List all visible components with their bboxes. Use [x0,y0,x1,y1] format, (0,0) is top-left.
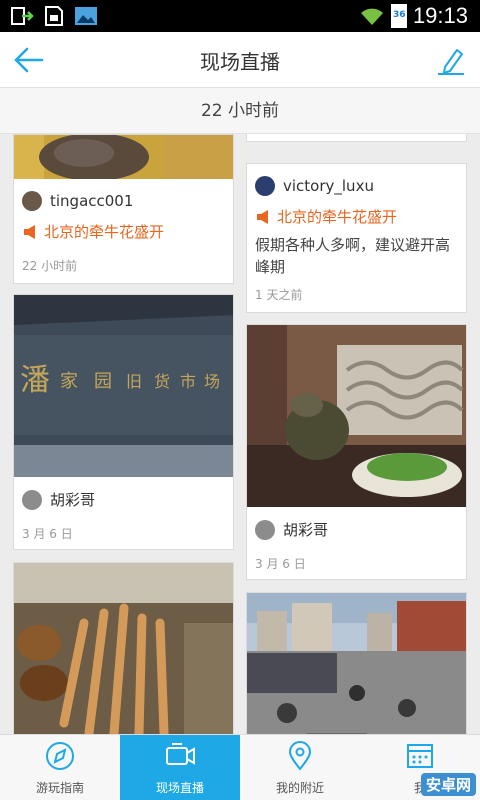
app-screen: 36 19:13 现场直播 22 小时前 tingacc001 北京的牵牛花盛开… [0,0,480,800]
post-photo[interactable] [247,325,466,507]
svg-text:场: 场 [204,372,220,391]
username[interactable]: victory_luxu [283,177,374,195]
post-photo[interactable] [14,563,233,734]
tab-live[interactable]: 现场直播 [120,735,240,800]
post-card[interactable]: tingacc001 北京的牵牛花盛开 22 小时前 [13,134,234,284]
wifi-icon [360,8,383,25]
app-download-icon [11,7,34,25]
username[interactable]: 胡彩哥 [283,519,328,540]
post-date: 3 月 6 日 [255,557,306,571]
megaphone-icon [257,209,268,224]
post-card[interactable]: 胡彩哥 3 月 6 日 [246,324,467,580]
sd-card-icon [45,6,63,26]
megaphone-icon [24,224,35,239]
clock: 19:13 [412,3,468,28]
tab-label[interactable]: 游玩指南 [0,779,120,796]
battery-level: 36 [392,10,406,20]
post-card[interactable]: 潘 家 园 旧 货 市 场 胡彩哥 3 月 6 日 [13,294,234,550]
svg-text:旧: 旧 [126,372,142,391]
avatar[interactable] [255,519,275,540]
edit-pencil-icon[interactable] [436,44,466,76]
post-author[interactable]: victory_luxu [255,176,374,196]
post-card[interactable]: victory_luxu 北京的牵牛花盛开 假期各种人多啊，建议避开高峰期 1 … [246,163,467,313]
bottom-tab-bar: 游玩指南 现场直播 我的附近 我 安卓网 [0,734,480,800]
post-author[interactable]: 胡彩哥 [255,519,328,540]
post-date: 22 小时前 [22,259,78,273]
video-camera-icon [166,743,195,765]
post-author[interactable]: 胡彩哥 [22,489,95,510]
page-title: 现场直播 [200,50,280,74]
location-pin-icon [288,741,312,771]
compass-icon [46,742,74,770]
post-card[interactable] [13,562,234,734]
topic-label[interactable]: 北京的牵牛花盛开 [277,206,397,227]
watermark: 安卓网 [420,773,476,796]
username[interactable]: tingacc001 [50,192,133,210]
avatar[interactable] [22,489,42,510]
previous-post-card-edge[interactable] [246,134,467,142]
app-header: 现场直播 [0,32,480,88]
svg-text:潘: 潘 [20,363,50,398]
tab-label[interactable]: 现场直播 [120,779,240,796]
tab-guide[interactable]: 游玩指南 [0,735,120,800]
tab-nearby[interactable]: 我的附近 [240,735,360,800]
username[interactable]: 胡彩哥 [50,489,95,510]
post-photo[interactable] [14,135,233,179]
avatar[interactable] [22,191,42,211]
live-feed[interactable]: tingacc001 北京的牵牛花盛开 22 小时前 victory_luxu [0,134,480,734]
avatar[interactable] [255,176,275,196]
battery-icon: 36 [390,4,407,28]
post-author[interactable]: tingacc001 [22,191,133,211]
post-card[interactable] [246,592,467,734]
svg-text:家: 家 [60,371,78,392]
post-description: 假期各种人多啊，建议避开高峰期 [255,236,451,276]
post-photo[interactable]: 潘 家 园 旧 货 市 场 [14,295,233,477]
post-date: 1 天之前 [255,288,303,302]
svg-text:货: 货 [154,372,170,391]
post-photo[interactable] [247,593,466,734]
status-bar: 36 19:13 [0,0,480,32]
post-topic[interactable]: 北京的牵牛花盛开 [22,221,164,242]
time-banner: 22 小时前 [0,88,480,134]
system-indicators: 36 19:13 [359,3,468,29]
calendar-icon [407,744,433,768]
topic-label[interactable]: 北京的牵牛花盛开 [44,221,164,242]
post-date: 3 月 6 日 [22,527,73,541]
svg-text:园: 园 [94,371,112,392]
tab-label[interactable]: 我的附近 [240,779,360,796]
svg-text:市: 市 [180,372,196,391]
image-icon [75,7,97,25]
post-topic[interactable]: 北京的牵牛花盛开 [255,206,397,227]
notification-icons [10,5,98,27]
